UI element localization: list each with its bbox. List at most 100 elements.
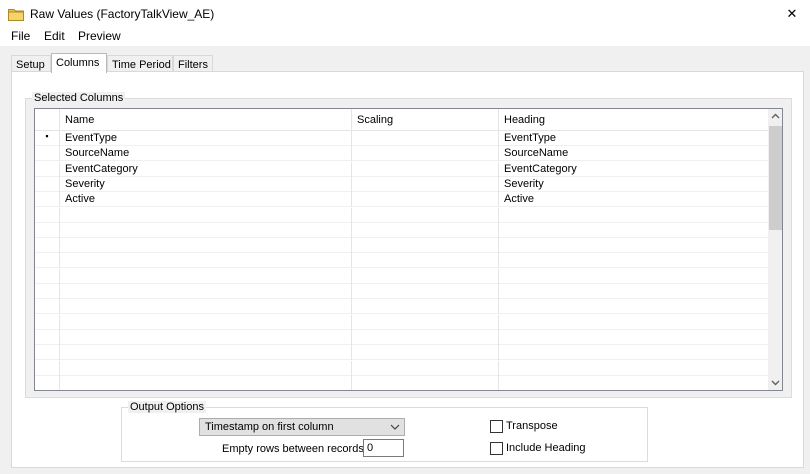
- cell-heading[interactable]: [499, 315, 768, 330]
- table-row[interactable]: Active Active: [35, 192, 768, 208]
- grid-vertical-scrollbar[interactable]: [768, 109, 782, 390]
- table-row[interactable]: [35, 360, 768, 376]
- table-row[interactable]: ▪ EventType EventType: [35, 131, 768, 146]
- cell-scaling[interactable]: [352, 299, 499, 315]
- table-row[interactable]: [35, 284, 768, 299]
- cell-heading[interactable]: SourceName: [499, 146, 768, 161]
- scroll-up-button[interactable]: [768, 109, 782, 123]
- cell-name[interactable]: [60, 284, 352, 299]
- row-header-cell[interactable]: [35, 314, 60, 330]
- cell-heading[interactable]: [499, 299, 768, 314]
- cell-heading[interactable]: [499, 208, 768, 223]
- cell-name[interactable]: Active: [60, 192, 352, 208]
- cell-scaling[interactable]: [352, 268, 499, 284]
- table-row[interactable]: Severity Severity: [35, 176, 768, 192]
- row-header-cell[interactable]: [35, 192, 60, 208]
- cell-scaling[interactable]: [352, 360, 499, 376]
- column-header-scaling[interactable]: Scaling: [352, 109, 499, 131]
- include-heading-checkbox[interactable]: [490, 442, 503, 455]
- menu-preview[interactable]: Preview: [78, 29, 121, 43]
- transpose-label[interactable]: Transpose: [506, 420, 558, 432]
- cell-name[interactable]: [60, 314, 352, 330]
- transpose-checkbox[interactable]: [490, 420, 503, 433]
- row-header-cell[interactable]: [35, 253, 60, 269]
- cell-name[interactable]: SourceName: [60, 146, 352, 162]
- tab-columns[interactable]: Columns: [51, 53, 107, 73]
- cell-scaling[interactable]: [352, 375, 499, 390]
- cell-heading[interactable]: [499, 345, 768, 360]
- cell-heading[interactable]: [499, 330, 768, 345]
- cell-scaling[interactable]: [352, 314, 499, 330]
- cell-scaling[interactable]: [352, 131, 499, 146]
- table-row[interactable]: SourceName SourceName: [35, 146, 768, 162]
- cell-scaling[interactable]: [352, 192, 499, 208]
- cell-scaling[interactable]: [352, 329, 499, 345]
- column-header-name[interactable]: Name: [60, 109, 352, 131]
- close-button[interactable]: ✕: [774, 0, 810, 28]
- timestamp-select[interactable]: Timestamp on first column: [199, 418, 405, 436]
- table-row[interactable]: [35, 253, 768, 269]
- cell-scaling[interactable]: [352, 238, 499, 254]
- cell-heading[interactable]: Severity: [499, 177, 768, 192]
- tab-time-period[interactable]: Time Period: [107, 55, 173, 72]
- cell-name[interactable]: [60, 360, 352, 376]
- table-row[interactable]: [35, 314, 768, 330]
- scroll-thumb[interactable]: [769, 126, 782, 230]
- cell-scaling[interactable]: [352, 222, 499, 238]
- cell-name[interactable]: [60, 238, 352, 254]
- row-header-cell[interactable]: [35, 375, 60, 390]
- row-header-cell[interactable]: [35, 284, 60, 299]
- cell-scaling[interactable]: [352, 253, 499, 269]
- cell-heading[interactable]: [499, 253, 768, 268]
- tab-filters[interactable]: Filters: [173, 55, 213, 72]
- menu-file[interactable]: File: [11, 29, 30, 43]
- cell-name[interactable]: [60, 207, 352, 223]
- table-row[interactable]: [35, 345, 768, 361]
- cell-heading[interactable]: [499, 284, 768, 299]
- cell-name[interactable]: [60, 253, 352, 269]
- cell-heading[interactable]: [499, 269, 768, 284]
- table-row[interactable]: [35, 207, 768, 223]
- table-row[interactable]: [35, 222, 768, 238]
- cell-name[interactable]: [60, 345, 352, 361]
- table-row[interactable]: [35, 375, 768, 390]
- row-header-cell[interactable]: [35, 161, 60, 177]
- cell-name[interactable]: [60, 268, 352, 284]
- cell-scaling[interactable]: [352, 345, 499, 361]
- cell-name[interactable]: Severity: [60, 176, 352, 192]
- row-header-cell[interactable]: [35, 222, 60, 238]
- cell-heading[interactable]: EventType: [499, 131, 768, 146]
- row-header-cell[interactable]: [35, 146, 60, 162]
- row-header-cell[interactable]: [35, 268, 60, 284]
- cell-heading[interactable]: Active: [499, 192, 768, 207]
- cell-name[interactable]: [60, 299, 352, 315]
- row-header-cell[interactable]: [35, 299, 60, 315]
- table-row[interactable]: [35, 299, 768, 315]
- cell-heading[interactable]: [499, 376, 768, 390]
- cell-name[interactable]: [60, 329, 352, 345]
- cell-scaling[interactable]: [352, 207, 499, 223]
- cell-heading[interactable]: EventCategory: [499, 162, 768, 177]
- cell-name[interactable]: [60, 222, 352, 238]
- cell-scaling[interactable]: [352, 146, 499, 162]
- row-header-cell[interactable]: [35, 345, 60, 361]
- table-row[interactable]: [35, 238, 768, 254]
- row-header-cell[interactable]: [35, 207, 60, 223]
- row-header-cell[interactable]: ▪: [35, 131, 60, 146]
- menu-edit[interactable]: Edit: [44, 29, 65, 43]
- selected-columns-grid[interactable]: Name Scaling Heading ▪ EventType EventType…: [34, 108, 783, 391]
- cell-heading[interactable]: [499, 223, 768, 238]
- cell-scaling[interactable]: [352, 161, 499, 177]
- cell-heading[interactable]: [499, 361, 768, 376]
- row-header-cell[interactable]: [35, 238, 60, 254]
- cell-name[interactable]: EventType: [60, 131, 352, 146]
- cell-scaling[interactable]: [352, 176, 499, 192]
- empty-rows-input[interactable]: [363, 439, 404, 457]
- column-header-heading[interactable]: Heading: [499, 109, 768, 131]
- row-header-cell[interactable]: [35, 176, 60, 192]
- cell-name[interactable]: [60, 375, 352, 390]
- cell-name[interactable]: EventCategory: [60, 161, 352, 177]
- row-header-cell[interactable]: [35, 360, 60, 376]
- cell-heading[interactable]: [499, 238, 768, 253]
- row-header-cell[interactable]: [35, 329, 60, 345]
